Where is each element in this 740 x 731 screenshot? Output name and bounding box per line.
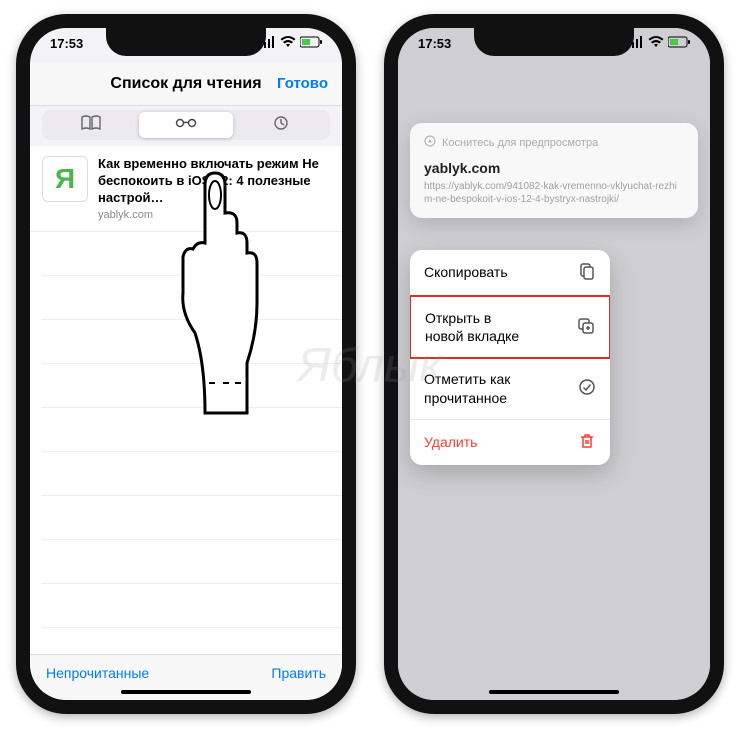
glasses-icon (175, 115, 197, 136)
home-indicator[interactable] (489, 690, 619, 694)
iphone-right: 17:53 Коснитесь для предпросмотра yablyk… (384, 14, 724, 714)
iphone-left: 17:53 Список для чтения Готово (16, 14, 356, 714)
status-right (628, 36, 690, 51)
empty-row (42, 584, 342, 628)
clock-icon (270, 115, 292, 136)
preview-domain: yablyk.com (424, 160, 684, 176)
menu-delete-label: Удалить (424, 433, 477, 451)
wifi-icon (648, 36, 664, 51)
copy-icon (578, 262, 596, 283)
menu-mark-label: Отметить как прочитанное (424, 370, 510, 406)
plus-square-icon (577, 317, 595, 338)
book-icon (80, 115, 102, 136)
menu-copy-label: Скопировать (424, 263, 508, 281)
segment-bookmarks[interactable] (44, 112, 139, 138)
status-time: 17:53 (418, 36, 451, 51)
segmented-control[interactable] (42, 110, 330, 140)
menu-open-label: Открыть в новой вкладке (425, 309, 519, 345)
wifi-icon (280, 36, 296, 51)
home-indicator[interactable] (121, 690, 251, 694)
preview-card[interactable]: Коснитесь для предпросмотра yablyk.com h… (410, 123, 698, 218)
empty-row (42, 540, 342, 584)
compass-icon (424, 135, 436, 150)
screen-left: 17:53 Список для чтения Готово (30, 28, 342, 700)
status-time: 17:53 (50, 36, 83, 51)
trash-icon (578, 432, 596, 453)
unread-button[interactable]: Непрочитанные (46, 665, 149, 681)
menu-open-new-tab[interactable]: Открыть в новой вкладке (410, 295, 610, 359)
battery-icon (668, 36, 690, 51)
checkmark-circle-icon (578, 378, 596, 399)
nav-title: Список для чтения (110, 75, 261, 93)
notch (474, 28, 634, 56)
preview-hint-label: Коснитесь для предпросмотра (442, 137, 598, 149)
site-favicon: Я (42, 156, 88, 202)
context-menu: Скопировать Открыть в новой вкладке Отме… (410, 250, 610, 465)
menu-delete[interactable]: Удалить (410, 420, 610, 465)
empty-row (42, 496, 342, 540)
empty-row (42, 452, 342, 496)
menu-copy[interactable]: Скопировать (410, 250, 610, 296)
status-right (260, 36, 322, 51)
notch (106, 28, 266, 56)
done-button[interactable]: Готово (277, 75, 328, 92)
edit-button[interactable]: Править (271, 665, 326, 681)
preview-hint: Коснитесь для предпросмотра (424, 135, 684, 150)
nav-bar: Список для чтения Готово (30, 62, 342, 106)
tap-gesture-icon (175, 163, 265, 428)
preview-url: https://yablyk.com/941082-kak-vremenno-v… (424, 180, 684, 206)
segment-reading-list[interactable] (139, 112, 234, 138)
screen-right: 17:53 Коснитесь для предпросмотра yablyk… (398, 28, 710, 700)
battery-icon (300, 36, 322, 51)
menu-mark-read[interactable]: Отметить как прочитанное (410, 358, 610, 419)
segment-history[interactable] (233, 112, 328, 138)
